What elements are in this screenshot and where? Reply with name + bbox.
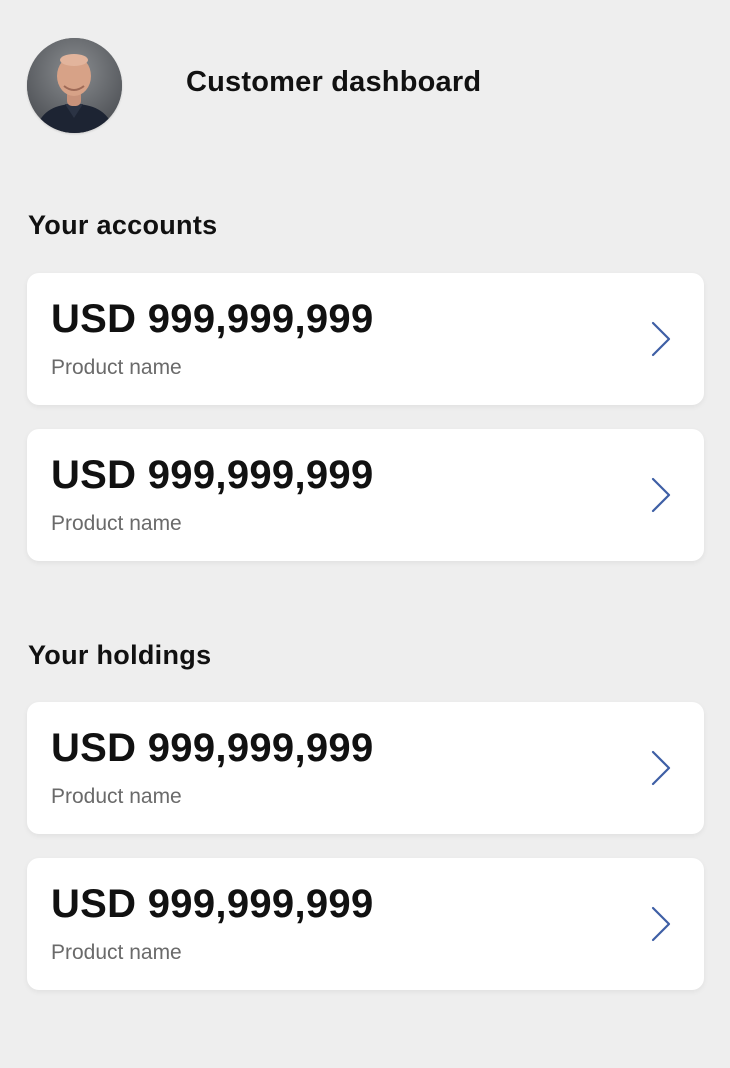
chevron-right-icon[interactable]: [645, 319, 675, 359]
holding-card[interactable]: USD 999,999,999 Product name: [27, 858, 704, 990]
account-product-name: Product name: [51, 512, 182, 535]
accounts-section-title: Your accounts: [28, 210, 218, 240]
holdings-section-title: Your holdings: [28, 640, 212, 670]
chevron-right-icon[interactable]: [645, 475, 675, 515]
page-title: Customer dashboard: [186, 66, 482, 98]
account-product-name: Product name: [51, 356, 182, 379]
chevron-right-icon[interactable]: [645, 904, 675, 944]
account-card[interactable]: USD 999,999,999 Product name: [27, 429, 704, 561]
account-card[interactable]: USD 999,999,999 Product name: [27, 273, 704, 405]
holding-amount: USD 999,999,999: [51, 726, 374, 770]
account-amount: USD 999,999,999: [51, 453, 374, 497]
dashboard-header: Customer dashboard: [0, 0, 730, 170]
holding-product-name: Product name: [51, 785, 182, 808]
chevron-right-icon[interactable]: [645, 748, 675, 788]
holding-card[interactable]: USD 999,999,999 Product name: [27, 702, 704, 834]
avatar[interactable]: [27, 38, 122, 133]
holding-product-name: Product name: [51, 941, 182, 964]
account-amount: USD 999,999,999: [51, 297, 374, 341]
holding-amount: USD 999,999,999: [51, 882, 374, 926]
avatar-photo-icon: [27, 38, 122, 133]
